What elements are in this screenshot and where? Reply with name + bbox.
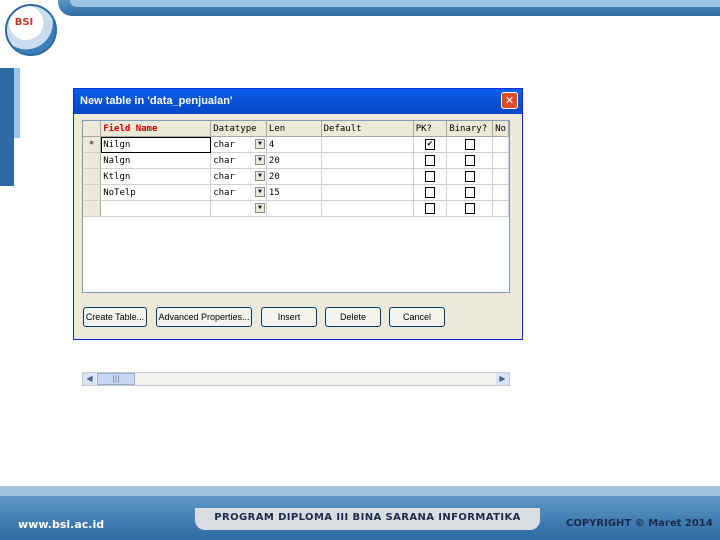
datatype-value: char [213, 187, 235, 198]
binary-checkbox[interactable] [464, 171, 475, 182]
chevron-down-icon[interactable]: ▼ [254, 139, 265, 149]
binary-cell [446, 168, 494, 185]
row-selector[interactable] [83, 152, 102, 169]
binary-cell [446, 136, 494, 153]
binary-checkbox[interactable] [464, 139, 475, 150]
slide-left-frame [0, 68, 14, 186]
not-null-cell[interactable] [492, 200, 509, 217]
binary-cell [446, 152, 494, 169]
scroll-right-icon[interactable]: ▶ [496, 373, 509, 385]
default-cell[interactable] [321, 168, 414, 185]
column-header-len[interactable]: Len [266, 121, 322, 137]
column-header-datatype[interactable]: Datatype [210, 121, 267, 137]
len-cell[interactable]: 4 [266, 136, 322, 153]
row-selector[interactable] [83, 184, 102, 201]
pk-checkbox[interactable] [424, 203, 435, 214]
table-row: NoTelp char ▼ 15 [83, 184, 509, 201]
row-selector[interactable] [83, 168, 102, 185]
field-name-cell[interactable] [100, 200, 212, 217]
len-cell[interactable]: 15 [266, 184, 322, 201]
pk-cell [413, 152, 448, 169]
datatype-cell[interactable]: ▼ [210, 200, 267, 217]
binary-checkbox[interactable] [464, 203, 475, 214]
table-row: ▼ [83, 200, 509, 217]
pk-cell: ✔ [413, 136, 448, 153]
dialog-titlebar[interactable]: New table in 'data_penjualan' ✕ [74, 89, 522, 114]
pk-checkbox[interactable] [424, 187, 435, 198]
scroll-left-icon[interactable]: ◀ [83, 373, 96, 385]
not-null-cell[interactable] [492, 152, 509, 169]
scroll-thumb[interactable]: ||| [97, 373, 135, 385]
datatype-cell[interactable]: char ▼ [210, 136, 267, 153]
chevron-down-icon[interactable]: ▼ [254, 187, 265, 197]
len-cell[interactable]: 20 [266, 152, 322, 169]
datatype-value: char [213, 139, 235, 150]
binary-checkbox[interactable] [464, 155, 475, 166]
dialog-title: New table in 'data_penjualan' [80, 95, 233, 107]
chevron-down-icon[interactable]: ▼ [254, 171, 265, 181]
pk-checkbox[interactable] [424, 155, 435, 166]
field-grid: Field Name Datatype Len Default PK? Bina… [82, 120, 510, 293]
field-name-cell[interactable]: NoTelp [100, 184, 212, 201]
pk-checkbox[interactable] [424, 171, 435, 182]
default-cell[interactable] [321, 200, 414, 217]
table-row: Ktlgn char ▼ 20 [83, 168, 509, 185]
horizontal-scrollbar[interactable]: ◀ ||| ▶ [82, 372, 510, 386]
not-null-cell[interactable] [492, 168, 509, 185]
default-cell[interactable] [321, 152, 414, 169]
datatype-value: char [213, 171, 235, 182]
insert-button[interactable]: Insert [261, 307, 317, 327]
row-selector[interactable] [83, 200, 102, 217]
chevron-down-icon[interactable]: ▼ [254, 203, 265, 213]
row-selector-header [83, 121, 102, 137]
slide-footer-strip [0, 486, 720, 496]
bsi-logo-text: BSI [14, 17, 34, 28]
column-header-field-name[interactable]: Field Name [100, 121, 212, 137]
default-cell[interactable] [321, 184, 414, 201]
footer-website: www.bsi.ac.id [18, 518, 105, 531]
column-header-default[interactable]: Default [321, 121, 414, 137]
pk-cell [413, 200, 448, 217]
footer-copyright: COPYRIGHT © Maret 2014 [566, 518, 713, 529]
new-table-dialog: New table in 'data_penjualan' ✕ Field Na… [73, 88, 523, 386]
row-selector[interactable]: * [83, 136, 102, 153]
footer-program-title: PROGRAM DIPLOMA III BINA SARANA INFORMAT… [195, 508, 540, 530]
chevron-down-icon[interactable]: ▼ [254, 155, 265, 165]
field-name-cell[interactable]: Ktlgn [100, 168, 212, 185]
datatype-cell[interactable]: char ▼ [210, 152, 267, 169]
binary-checkbox[interactable] [464, 187, 475, 198]
datatype-value: char [213, 155, 235, 166]
datatype-cell[interactable]: char ▼ [210, 184, 267, 201]
slide-top-frame-highlight [70, 0, 720, 7]
column-header-binary[interactable]: Binary? [446, 121, 494, 137]
len-cell[interactable] [266, 200, 322, 217]
binary-cell [446, 184, 494, 201]
datatype-cell[interactable]: char ▼ [210, 168, 267, 185]
not-null-cell[interactable] [492, 184, 509, 201]
field-name-cell[interactable]: Nilgn [100, 136, 212, 153]
table-row: * Nilgn char ▼ 4 ✔ [83, 136, 509, 153]
create-table-button[interactable]: Create Table... [83, 307, 147, 327]
default-cell[interactable] [321, 136, 414, 153]
table-row: Nalgn char ▼ 20 [83, 152, 509, 169]
close-icon[interactable]: ✕ [501, 92, 518, 109]
column-header-pk[interactable]: PK? [413, 121, 448, 137]
column-header-not-null[interactable]: No [492, 121, 509, 137]
cancel-button[interactable]: Cancel [389, 307, 445, 327]
field-name-cell[interactable]: Nalgn [100, 152, 212, 169]
binary-cell [446, 200, 494, 217]
pk-cell [413, 168, 448, 185]
slide-left-frame-highlight [14, 68, 20, 138]
advanced-properties-button[interactable]: Advanced Properties... [156, 307, 252, 327]
pk-checkbox[interactable]: ✔ [424, 139, 435, 150]
bsi-logo [5, 4, 57, 56]
pk-cell [413, 184, 448, 201]
not-null-cell[interactable] [492, 136, 509, 153]
delete-button[interactable]: Delete [325, 307, 381, 327]
field-table: Field Name Datatype Len Default PK? Bina… [83, 121, 509, 217]
len-cell[interactable]: 20 [266, 168, 322, 185]
table-header-row: Field Name Datatype Len Default PK? Bina… [83, 121, 509, 137]
